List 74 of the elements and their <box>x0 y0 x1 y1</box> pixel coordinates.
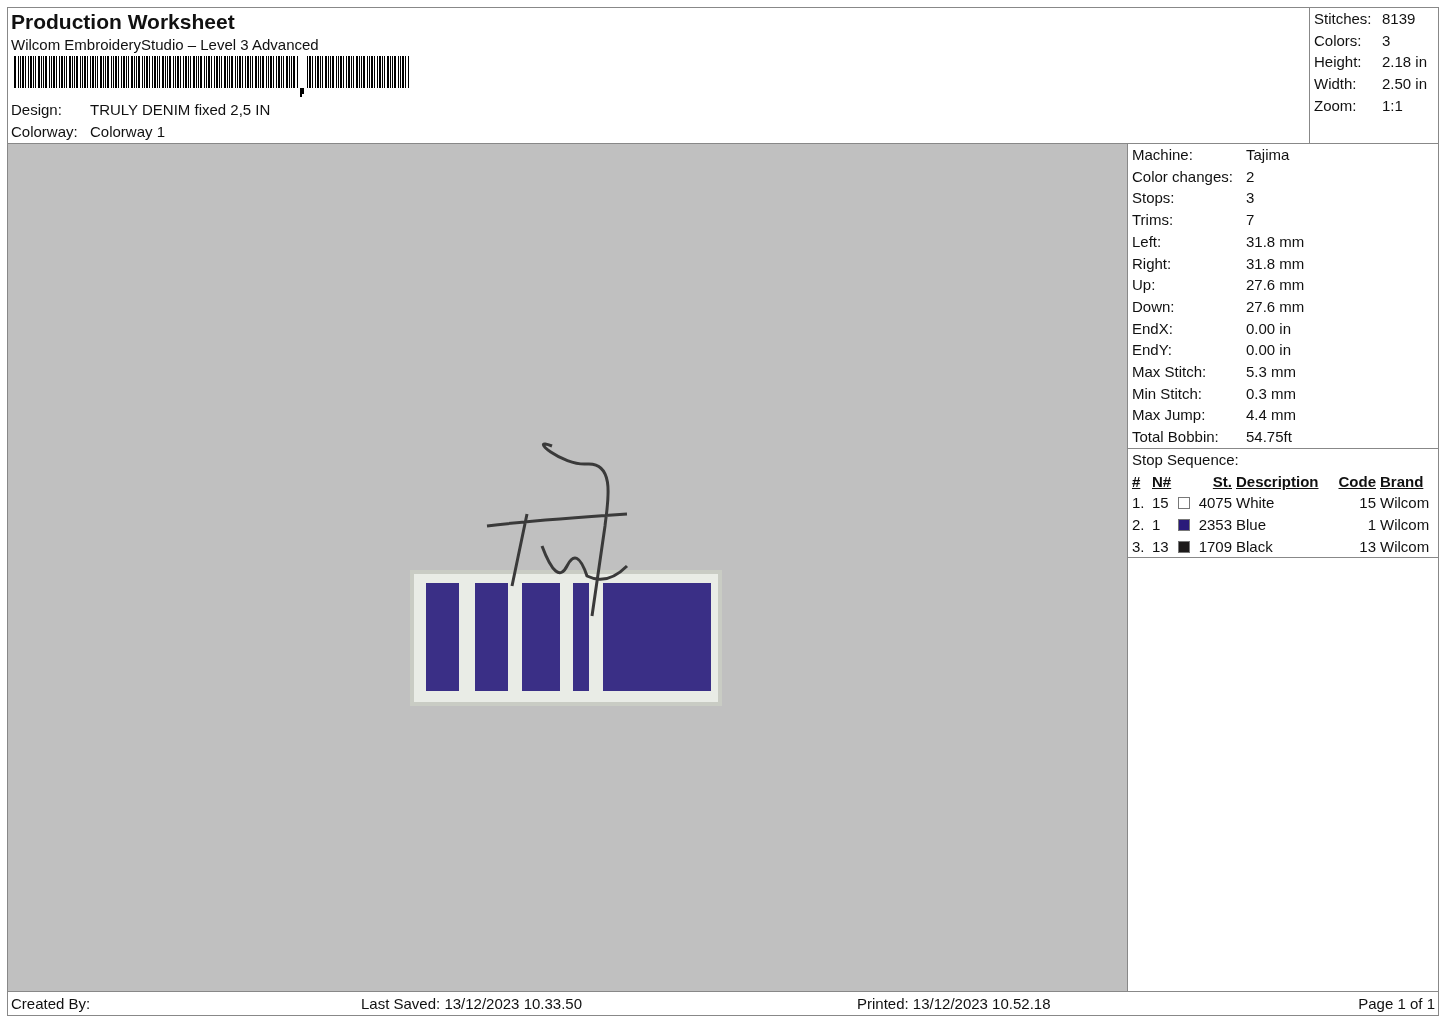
summary-value: 3 <box>1382 30 1391 51</box>
info-label: Down: <box>1132 296 1176 317</box>
info-label: Machine: <box>1132 145 1194 165</box>
info-label: Trims: <box>1132 210 1175 231</box>
info-label: Max Stitch: <box>1132 362 1208 383</box>
info-value: 0.00 in <box>1246 340 1292 361</box>
page-number: Page 1 of 1 <box>1357 994 1435 1014</box>
info-label: EndX: <box>1132 318 1174 339</box>
table-cell-text: Blue <box>1236 514 1268 535</box>
info-value: 54.75ft <box>1246 427 1292 448</box>
info-value: 0.00 in <box>1246 318 1292 339</box>
field-value: Colorway 1 <box>90 122 166 142</box>
info-value: 4.4 mm <box>1246 405 1296 426</box>
column-header: # <box>1132 471 1142 492</box>
table-cell-text: 4075 <box>1198 493 1233 514</box>
table-cell-text: 1 <box>1366 514 1377 535</box>
table-cell-text: 2353 <box>1198 514 1233 535</box>
table-cell-text: 13 <box>1358 536 1377 557</box>
info-value: 31.8 mm <box>1246 253 1305 274</box>
summary-label: Stitches: <box>1314 9 1373 29</box>
table-cell-text: 2. <box>1132 514 1146 535</box>
summary-value: 8139 <box>1382 9 1416 29</box>
table-cell-text: 13 <box>1152 536 1170 557</box>
info-label: Up: <box>1132 275 1157 296</box>
info-value: 5.3 mm <box>1246 362 1296 383</box>
column-header: St. <box>1211 471 1233 492</box>
info-value: 3 <box>1246 188 1255 209</box>
summary-value: 2.18 in <box>1382 52 1428 73</box>
info-value: 27.6 mm <box>1246 296 1305 317</box>
table-cell-text: 15 <box>1152 493 1170 514</box>
table-cell-text: Black <box>1236 536 1274 557</box>
info-label: Right: <box>1132 253 1173 274</box>
info-label: Max Jump: <box>1132 405 1207 426</box>
table-cell-text: 1. <box>1132 493 1146 514</box>
table-cell-text: Wilcom <box>1380 514 1431 535</box>
barcode-icon <box>14 56 410 98</box>
summary-label: Width: <box>1314 74 1358 95</box>
field-label: Design: <box>11 100 63 120</box>
info-label: EndY: <box>1132 340 1174 361</box>
info-label: Min Stitch: <box>1132 383 1204 404</box>
table-cell-text: 3. <box>1132 536 1146 557</box>
summary-label: Zoom: <box>1314 95 1358 116</box>
summary-label: Height: <box>1314 52 1363 73</box>
created-by: Created By: <box>11 994 92 1014</box>
table-cell-text: 1709 <box>1198 536 1233 557</box>
info-label: Stops: <box>1132 188 1176 209</box>
info-value: 7 <box>1246 210 1255 231</box>
last-saved: Last Saved: 13/12/2023 10.33.50 <box>361 994 583 1014</box>
summary-label: Colors: <box>1314 30 1363 51</box>
info-value: 2 <box>1246 166 1255 187</box>
info-label: Left: <box>1132 231 1163 252</box>
table-cell-text: 1 <box>1152 514 1162 535</box>
info-label: Total Bobbin: <box>1132 427 1220 448</box>
info-label: Color changes: <box>1132 166 1234 187</box>
field-value: TRULY DENIM fixed 2,5 IN <box>90 100 271 120</box>
table-cell-text: Wilcom <box>1380 536 1431 557</box>
software-name: Wilcom EmbroideryStudio – Level 3 Advanced <box>11 35 320 55</box>
page-title: Production Worksheet <box>11 9 236 35</box>
info-value: 0.3 mm <box>1246 383 1296 404</box>
column-header: Description <box>1236 471 1320 492</box>
summary-value: 2.50 in <box>1382 74 1428 95</box>
section-title: Stop Sequence: <box>1132 449 1239 470</box>
column-header: Code <box>1337 471 1377 492</box>
info-value: Tajima <box>1246 145 1290 165</box>
printed-date: Printed: 13/12/2023 10.52.18 <box>857 994 1052 1014</box>
table-cell-text: White <box>1236 493 1276 514</box>
table-cell-text: Wilcom <box>1380 493 1431 514</box>
table-cell-text: 15 <box>1358 493 1377 514</box>
column-header: Brand <box>1380 471 1425 492</box>
info-value: 27.6 mm <box>1246 275 1305 296</box>
column-header: N# <box>1152 471 1173 492</box>
info-value: 31.8 mm <box>1246 231 1305 252</box>
field-label: Colorway: <box>11 122 79 142</box>
summary-value: 1:1 <box>1382 95 1403 116</box>
